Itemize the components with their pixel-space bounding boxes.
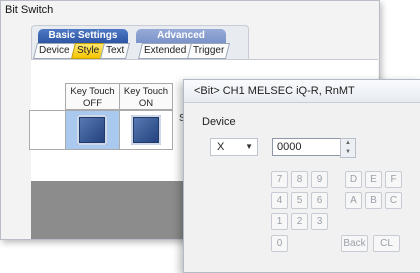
tab-trigger[interactable]: Trigger [187,43,231,59]
device-number-input[interactable]: 0000 [272,138,346,156]
tab-extended[interactable]: Extended [138,43,193,59]
column-key-touch-off: Key Touch OFF [65,83,119,110]
key-4[interactable]: 4 [271,192,288,209]
chevron-down-icon: ▼ [245,142,253,151]
column-key-touch-off-label: Key Touch OFF [70,86,115,109]
shape-gray-area [31,181,191,239]
tab-text[interactable]: Text [100,43,131,59]
key-3[interactable]: 3 [311,213,328,230]
key-6[interactable]: 6 [311,192,328,209]
column-key-touch-on: Key Touch ON [119,83,173,110]
key-c[interactable]: C [385,192,402,209]
tab-device[interactable]: Device [33,43,76,59]
device-type-select[interactable]: X ▼ [210,138,258,156]
device-number-spinner[interactable]: ▲ ▼ [340,138,356,158]
key-touch-off-cell[interactable] [65,110,120,150]
basic-settings-group[interactable]: Basic Settings [38,29,128,43]
column-key-touch-on-label: Key Touch ON [123,86,169,109]
device-type-value: X [217,141,225,153]
back-button[interactable]: Back [341,235,368,252]
shape-off-preview [77,115,107,145]
key-d[interactable]: D [345,171,362,188]
key-2[interactable]: 2 [291,213,308,230]
key-0[interactable]: 0 [271,235,288,252]
row-header-cell [29,110,66,150]
shape-on-preview [131,115,161,145]
dialog-title: <Bit> CH1 MELSEC iQ-R, RnMT [184,80,420,103]
spin-down-icon[interactable]: ▼ [341,148,355,157]
device-label: Device [202,116,236,128]
key-f[interactable]: F [385,171,402,188]
key-9[interactable]: 9 [311,171,328,188]
key-b[interactable]: B [365,192,382,209]
spin-up-icon[interactable]: ▲ [341,139,355,148]
key-8[interactable]: 8 [291,171,308,188]
key-touch-on-cell[interactable] [119,110,173,150]
window-title: Bit Switch [5,4,54,16]
clear-button[interactable]: CL [373,235,400,252]
key-5[interactable]: 5 [291,192,308,209]
key-7[interactable]: 7 [271,171,288,188]
key-a[interactable]: A [345,192,362,209]
key-1[interactable]: 1 [271,213,288,230]
key-e[interactable]: E [365,171,382,188]
advanced-settings-group[interactable]: Advanced Settings [136,29,226,55]
device-input-dialog: <Bit> CH1 MELSEC iQ-R, RnMT Device X ▼ 0… [183,79,420,273]
settings-tab-frame: Basic Settings Advanced Settings Device … [31,25,249,61]
